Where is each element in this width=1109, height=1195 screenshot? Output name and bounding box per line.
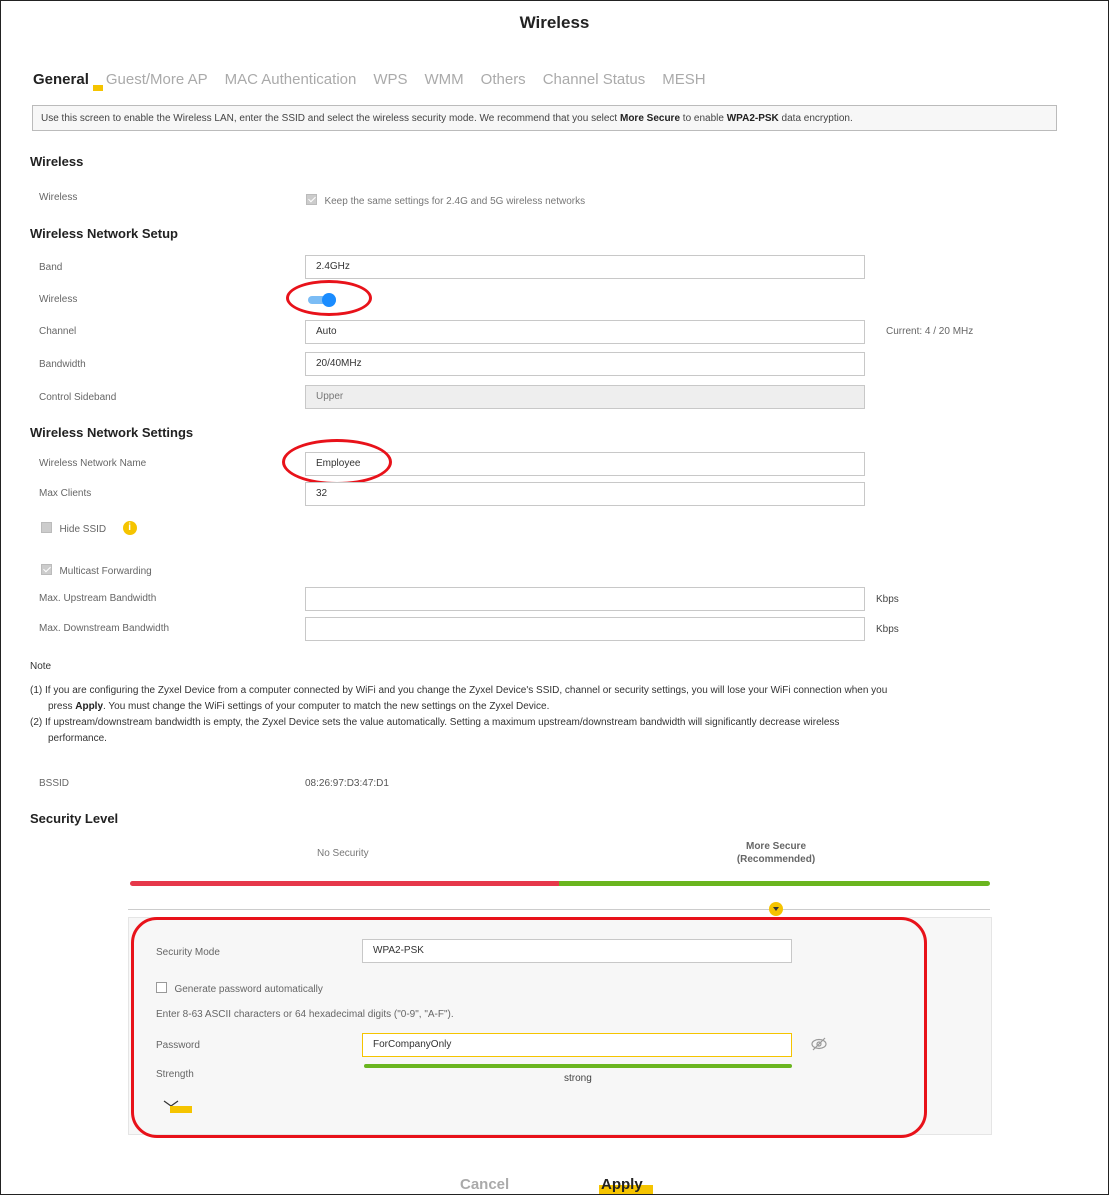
- highlight-security-panel: [131, 917, 927, 1138]
- page-description: Use this screen to enable the Wireless L…: [32, 105, 1057, 131]
- sideband-label: Control Sideband: [39, 392, 117, 403]
- security-bar-no-security[interactable]: [130, 881, 559, 886]
- note-1: (1) If you are configuring the Zyxel Dev…: [30, 683, 1090, 747]
- tab-guest-more-ap[interactable]: Guest/More AP: [106, 71, 208, 93]
- note-1-apply: Apply: [75, 701, 104, 712]
- tab-others[interactable]: Others: [481, 71, 526, 93]
- bandwidth-select[interactable]: 20/40MHz: [305, 352, 865, 376]
- multicast-row: Multicast Forwarding: [41, 561, 152, 579]
- note-heading: Note: [30, 661, 52, 672]
- note-2-line-a: (2) If upstream/downstream bandwidth is …: [30, 717, 840, 728]
- wireless-enable-label: Wireless: [39, 294, 78, 305]
- upstream-input[interactable]: [305, 587, 865, 611]
- same-settings-checkbox[interactable]: [306, 194, 317, 206]
- bandwidth-label: Bandwidth: [39, 359, 86, 370]
- channel-select[interactable]: Auto: [305, 320, 865, 344]
- highlight-ssid: [282, 439, 392, 485]
- channel-current: Current: 4 / 20 MHz: [886, 326, 974, 337]
- note-1-pre: press: [48, 701, 76, 712]
- divider: [128, 909, 990, 910]
- hide-ssid-label: Hide SSID: [59, 524, 107, 535]
- section-setup-heading: Wireless Network Setup: [30, 226, 178, 241]
- highlight-wireless-toggle: [286, 280, 372, 316]
- more-secure-line1: More Secure: [745, 841, 807, 852]
- downstream-label: Max. Downstream Bandwidth: [39, 623, 170, 634]
- same-settings-row: Keep the same settings for 2.4G and 5G w…: [306, 191, 585, 209]
- multicast-checkbox[interactable]: [41, 564, 52, 576]
- chevron-down-icon[interactable]: [769, 902, 783, 916]
- note-1-post: . You must change the WiFi settings of y…: [103, 701, 550, 712]
- description-text-3: data encryption.: [778, 113, 853, 124]
- bssid-value: 08:26:97:D3:47:D1: [305, 778, 389, 789]
- band-select[interactable]: 2.4GHz: [305, 255, 865, 279]
- chevron-arrow: [773, 907, 779, 911]
- downstream-unit: Kbps: [876, 624, 899, 635]
- tab-mac-authentication[interactable]: MAC Authentication: [225, 71, 357, 93]
- description-text: Use this screen to enable the Wireless L…: [41, 113, 620, 124]
- band-label: Band: [39, 262, 63, 273]
- wireless-page: Wireless General Guest/More AP MAC Authe…: [0, 0, 1109, 1195]
- hide-ssid-checkbox[interactable]: [41, 522, 52, 534]
- section-security-heading: Security Level: [30, 811, 119, 826]
- tab-mesh[interactable]: MESH: [662, 71, 705, 93]
- note-2-line-b: performance.: [48, 733, 107, 744]
- tab-wps[interactable]: WPS: [373, 71, 407, 93]
- upstream-unit: Kbps: [876, 594, 899, 605]
- security-bar-more-secure[interactable]: [559, 881, 990, 886]
- ssid-label: Wireless Network Name: [39, 458, 147, 469]
- description-text-2: to enable: [680, 113, 727, 124]
- description-more-secure: More Secure: [619, 113, 681, 124]
- section-settings-heading: Wireless Network Settings: [30, 425, 194, 440]
- tab-wmm[interactable]: WMM: [425, 71, 464, 93]
- upstream-label: Max. Upstream Bandwidth: [39, 593, 157, 604]
- channel-label: Channel: [39, 326, 77, 337]
- max-clients-label: Max Clients: [39, 488, 92, 499]
- tab-channel-status[interactable]: Channel Status: [543, 71, 646, 93]
- same-settings-label: Keep the same settings for 2.4G and 5G w…: [324, 196, 586, 207]
- note-1-line-b: press Apply. You must change the WiFi se…: [30, 699, 1090, 715]
- no-security-label[interactable]: No Security: [317, 848, 369, 859]
- more-secure-line2: (Recommended): [736, 854, 816, 865]
- description-wpa2: WPA2-PSK: [726, 113, 779, 124]
- bssid-label: BSSID: [39, 778, 70, 789]
- more-secure-label[interactable]: More Secure (Recommended): [701, 840, 851, 866]
- section-wireless-heading: Wireless: [30, 154, 84, 169]
- hide-ssid-row: Hide SSID i: [41, 519, 137, 537]
- cancel-button[interactable]: Cancel: [460, 1176, 509, 1193]
- wireless-label: Wireless: [39, 192, 78, 203]
- note-1-line-a: (1) If you are configuring the Zyxel Dev…: [30, 685, 888, 696]
- apply-button[interactable]: Apply: [601, 1176, 643, 1193]
- page-title: Wireless: [519, 13, 590, 32]
- downstream-input[interactable]: [305, 617, 865, 641]
- info-icon[interactable]: i: [122, 520, 137, 535]
- multicast-label: Multicast Forwarding: [59, 566, 152, 577]
- tab-bar: General Guest/More AP MAC Authentication…: [33, 71, 723, 93]
- max-clients-input[interactable]: 32: [305, 482, 865, 506]
- sideband-select[interactable]: Upper: [305, 385, 865, 409]
- tab-general[interactable]: General: [33, 71, 103, 93]
